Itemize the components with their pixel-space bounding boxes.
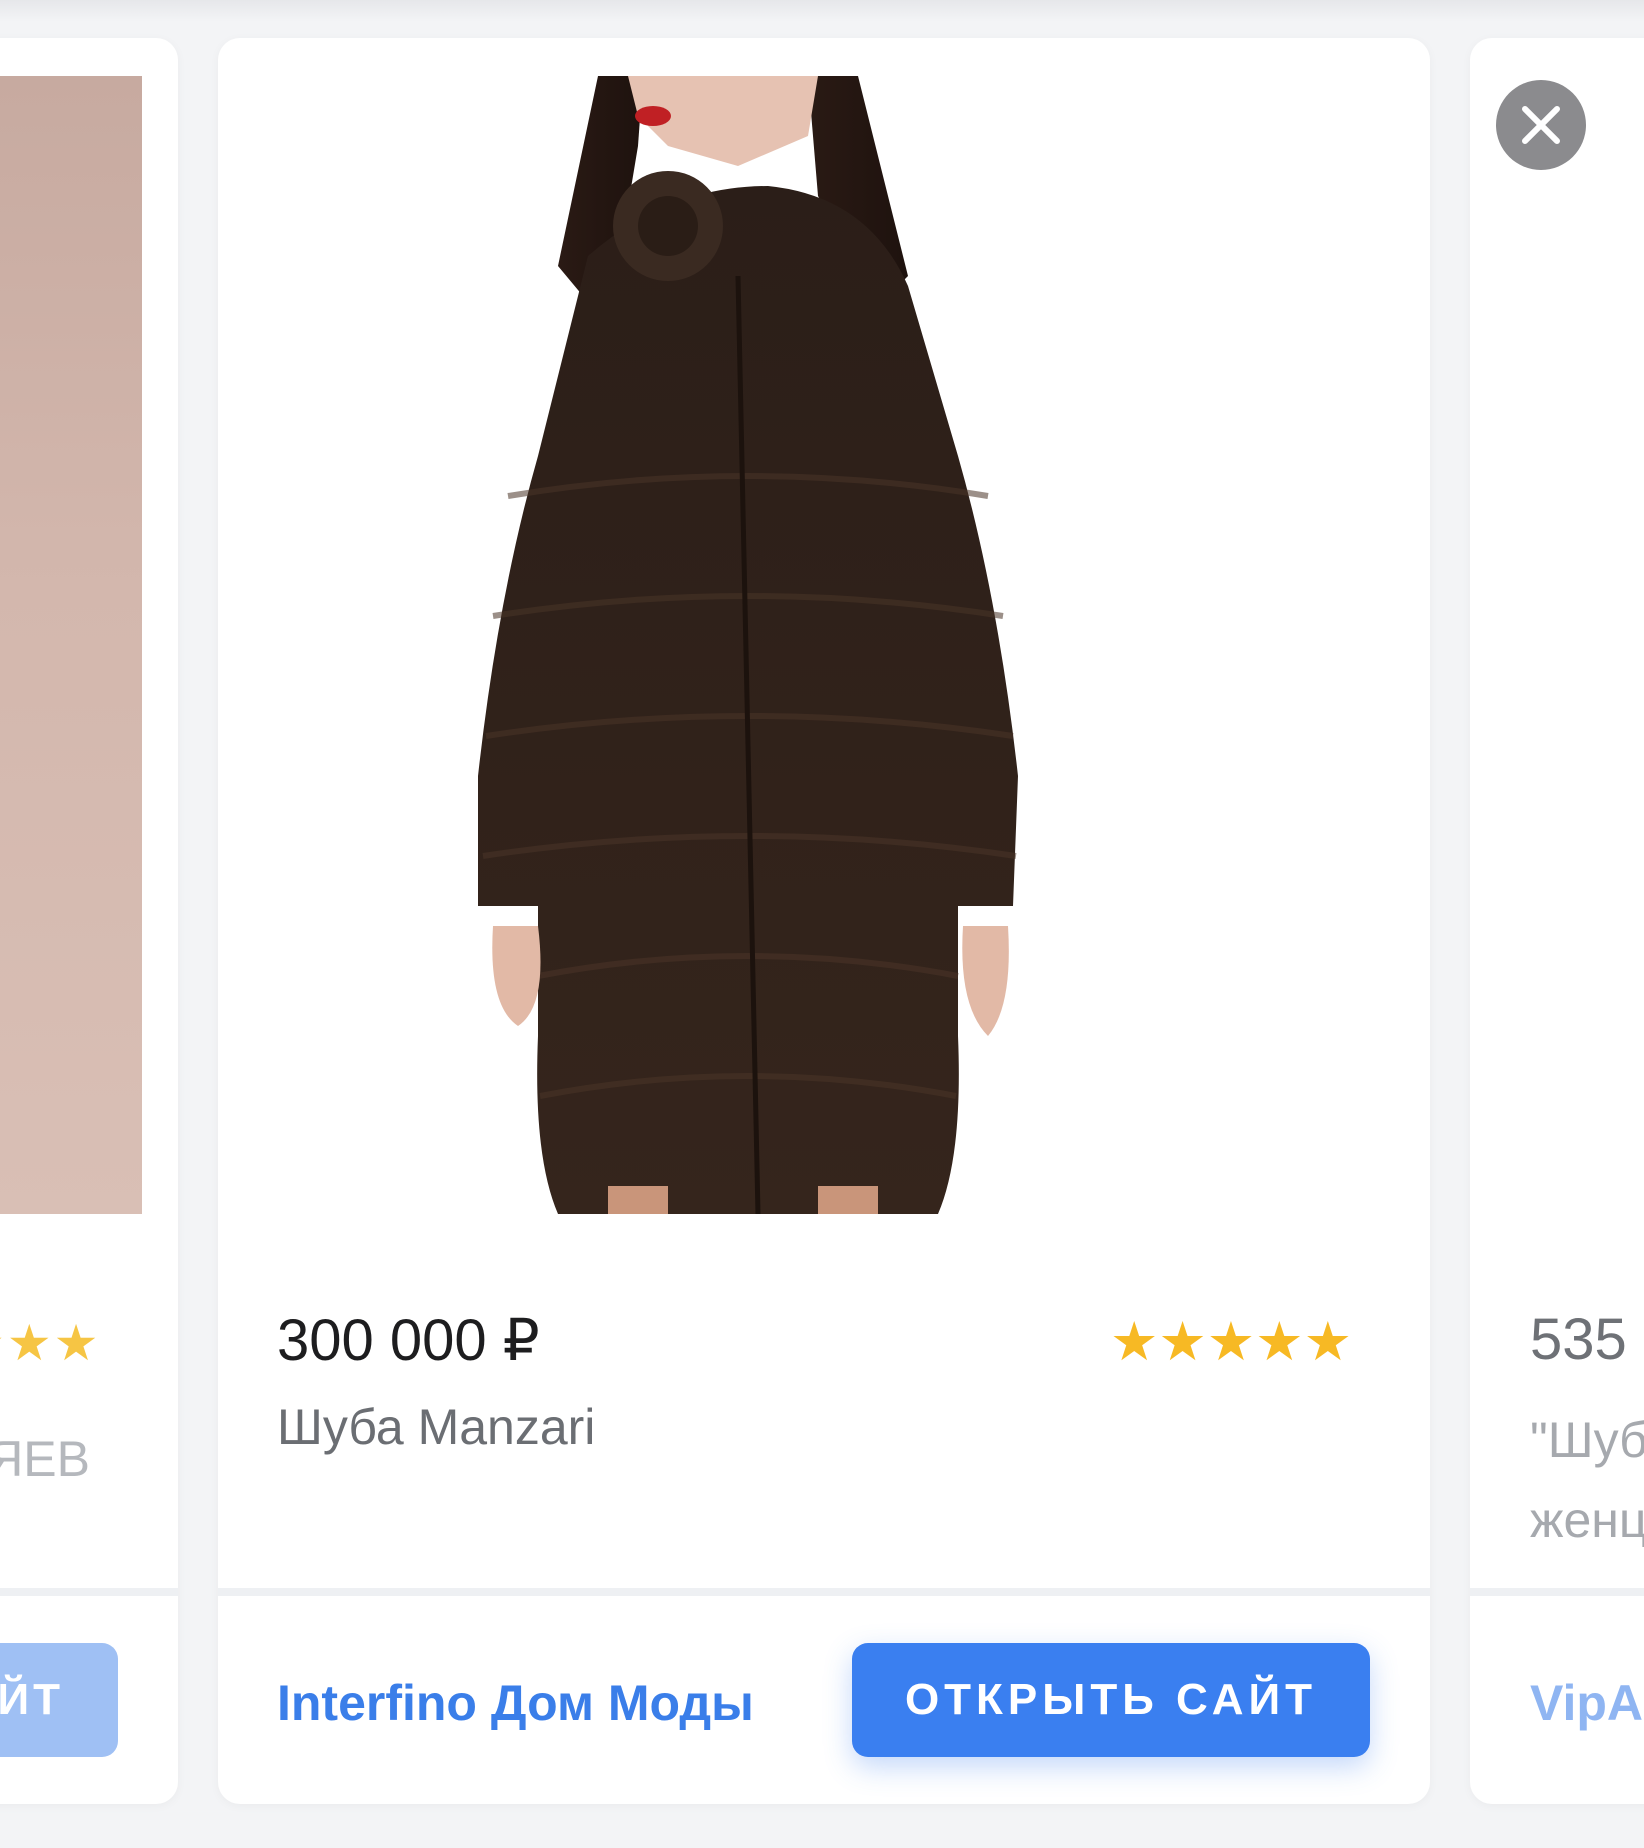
product-title-right-line2: женц — [1530, 1492, 1644, 1548]
close-icon — [1522, 106, 1560, 144]
store-link-right[interactable]: VipA — [1530, 1674, 1643, 1732]
product-price-right: 535 — [1530, 1307, 1627, 1372]
product-card-right[interactable]: 535 "Шуб женц VipA — [1470, 38, 1644, 1804]
product-title-left: ЯЕВ — [0, 1431, 90, 1487]
card-divider — [218, 1588, 1430, 1596]
product-card-left[interactable]: ★★★ ЯЕВ ЙТ — [0, 38, 178, 1804]
product-image-left[interactable] — [0, 76, 142, 1214]
product-price: 300 000 ₽ — [277, 1308, 540, 1373]
carousel-viewport: ★★★ ЯЕВ ЙТ — [0, 0, 1644, 1848]
product-card-main[interactable]: 300 000 ₽ ★★★★★ Шуба Manzari Interfino Д… — [218, 38, 1430, 1804]
fur-coat-product-photo — [478, 76, 1018, 1214]
card-divider — [0, 1588, 178, 1596]
rating-stars-left-text: ★★★ — [0, 1315, 100, 1371]
product-image[interactable] — [438, 76, 1158, 1214]
close-button[interactable] — [1496, 80, 1586, 170]
store-link[interactable]: Interfino Дом Моды — [277, 1674, 754, 1732]
product-title[interactable]: Шуба Manzari — [277, 1398, 595, 1456]
product-title-right-line1: "Шуб — [1530, 1412, 1644, 1468]
rating-stars-left: ★★★ — [0, 1314, 100, 1372]
product-title-right[interactable]: "Шуб женц — [1530, 1400, 1644, 1560]
card-divider — [1470, 1588, 1644, 1596]
rating-stars: ★★★★★ — [1109, 1312, 1352, 1372]
top-shadow — [0, 0, 1644, 22]
open-site-button[interactable]: ОТКРЫТЬ САЙТ — [852, 1643, 1370, 1757]
open-site-button-left[interactable]: ЙТ — [0, 1643, 118, 1757]
